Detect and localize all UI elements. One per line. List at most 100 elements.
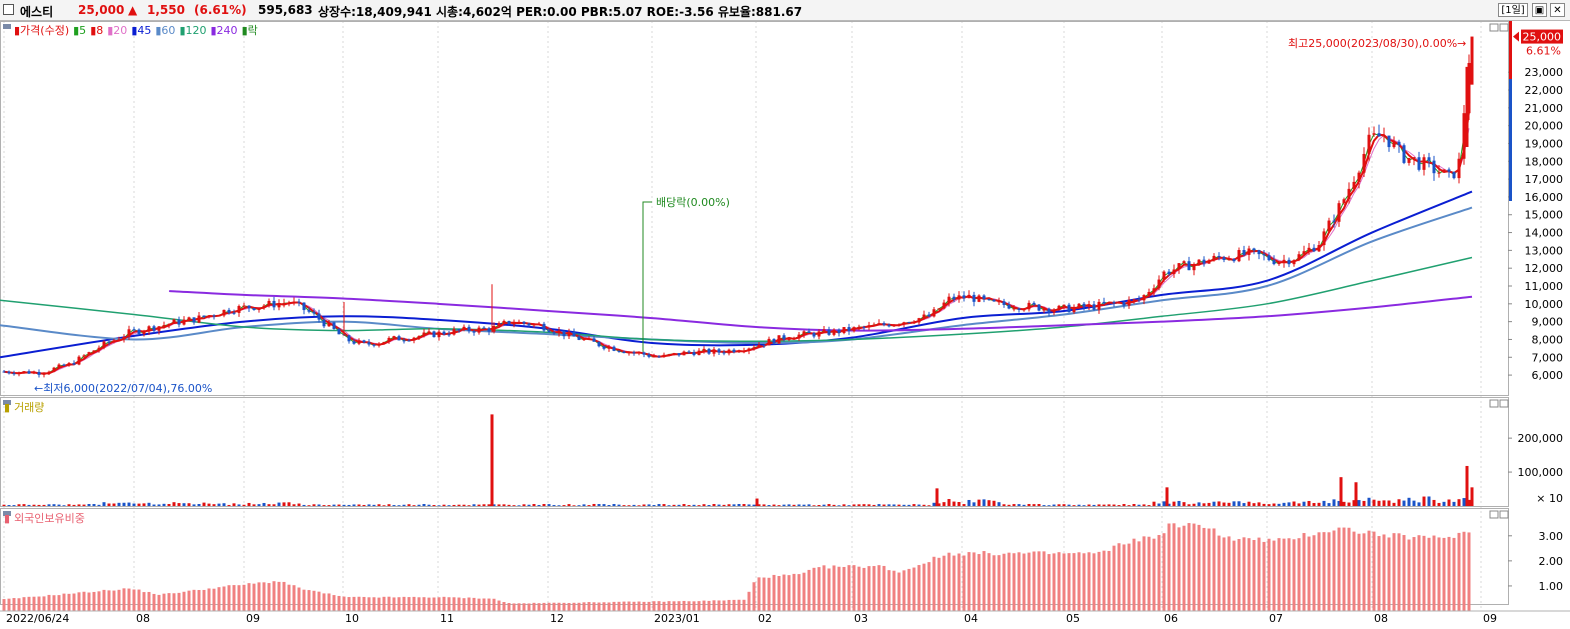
legend-item[interactable]: ▮240: [211, 24, 238, 37]
foreign-ratio-bar: [542, 602, 546, 611]
foreign-ratio-bar: [27, 596, 31, 611]
foreign-ratio-bar: [957, 553, 961, 611]
candle-body: [582, 339, 586, 341]
foreign-ratio-bar: [497, 600, 501, 611]
volume-bar: [1362, 500, 1366, 506]
volume-bar: [1202, 503, 1206, 506]
candle-body: [1222, 257, 1226, 261]
candle-body: [857, 326, 861, 328]
volume-bar: [1017, 504, 1021, 506]
volume-bar: [857, 504, 861, 506]
volume-bar: [1347, 502, 1351, 506]
restore-icon[interactable]: ▣: [1532, 3, 1547, 17]
foreign-ratio-bar: [1102, 550, 1106, 611]
stock-chart[interactable]: 6,000 7,000 8,000 9,000 10,000 11,000 12,000 13…: [0, 21, 1570, 629]
foreign-ratio-bar: [1287, 538, 1291, 611]
foreign-ratio-bar: [1052, 553, 1056, 611]
foreign-ratio-bar: [62, 593, 66, 611]
foreign-ratio-bar: [287, 584, 291, 611]
foreign-ratio-bar: [277, 581, 281, 611]
candle-body: [917, 318, 921, 323]
candle-body: [187, 317, 191, 320]
legend-item[interactable]: ▮가격(수정): [14, 24, 69, 37]
legend-item[interactable]: ▮120: [179, 24, 206, 37]
volume-bar: [197, 504, 201, 506]
volume-bar: [827, 504, 831, 506]
volume-bar: [462, 504, 466, 506]
candle-body: [262, 305, 266, 308]
select-checkbox[interactable]: [3, 4, 14, 15]
volume-bar: [1462, 498, 1466, 506]
candle-body: [732, 349, 736, 353]
candle-body: [607, 346, 611, 349]
foreign-ratio-bar: [282, 581, 286, 611]
candle-body: [352, 341, 356, 344]
foreign-ratio-bar: [1082, 553, 1086, 611]
volume-bar: [1022, 504, 1026, 506]
candle-body: [632, 352, 636, 354]
legend-item[interactable]: ▮20: [107, 24, 127, 37]
volume-bar: [167, 504, 171, 506]
foreign-ratio-bar: [562, 602, 566, 611]
candle-body: [1227, 259, 1231, 261]
foreign-ratio-bar: [187, 590, 191, 611]
volume-bar: [802, 504, 806, 506]
legend-item[interactable]: ▮45: [131, 24, 151, 37]
foreign-ratio-bar: [1072, 553, 1076, 611]
candle-body: [1182, 261, 1186, 264]
foreign-ratio-bar: [107, 590, 111, 611]
volume-bar: [652, 505, 656, 506]
foreign-ratio-bar: [72, 593, 76, 611]
volume-bar: [1342, 501, 1346, 506]
volume-bar: [67, 504, 71, 506]
foreign-ratio-bar: [67, 593, 71, 611]
foreign-ratio-bar: [337, 595, 341, 611]
foreign-ratio-bar: [1157, 535, 1161, 611]
foreign-ratio-bar: [467, 597, 471, 611]
volume-bar: [597, 504, 601, 506]
legend-item[interactable]: ▮락: [242, 24, 258, 37]
foreign-ratio-bar: [597, 602, 601, 611]
foreign-ratio-bar: [1342, 527, 1346, 611]
volume-bar: [1297, 503, 1301, 506]
foreign-ratio-bar: [887, 570, 891, 611]
candle-body: [1322, 231, 1326, 246]
legend-item[interactable]: ▮8: [90, 24, 103, 37]
candle-body: [1407, 158, 1411, 163]
candle-body: [717, 349, 721, 353]
volume-bar: [1117, 505, 1121, 506]
foreign-ratio-bar: [977, 554, 981, 611]
foreign-ratio-bar: [1352, 531, 1356, 611]
foreign-ratio-bar: [1457, 532, 1461, 611]
foreign-ratio-bar: [327, 593, 331, 611]
candle-body: [1247, 248, 1251, 255]
candle-body: [77, 356, 81, 365]
period-button[interactable]: [1일]: [1498, 3, 1528, 17]
volume-bar: [1302, 501, 1306, 506]
volume-bar: [1465, 465, 1469, 506]
volume-bar: [617, 504, 621, 506]
volume-bar: [1422, 496, 1426, 506]
volume-bar: [912, 504, 916, 506]
candle-body: [1142, 295, 1146, 301]
candle-body: [1257, 250, 1261, 255]
foreign-ratio-bar: [852, 565, 856, 611]
candle-body: [1192, 263, 1196, 271]
volume-bar: [347, 504, 351, 506]
foreign-ratio-bar: [52, 595, 56, 611]
candle-body: [432, 331, 436, 338]
foreign-ratio-bar: [377, 597, 381, 611]
candle-body: [1297, 254, 1301, 261]
legend-item[interactable]: ▮5: [73, 24, 86, 37]
x-tick-label: 03: [854, 612, 868, 625]
legend-item[interactable]: ▮60: [155, 24, 175, 37]
close-icon[interactable]: ✕: [1550, 3, 1565, 17]
volume-bar: [437, 505, 441, 506]
volume-bar: [1007, 504, 1011, 506]
candle-body: [1232, 259, 1236, 262]
candle-body: [1177, 263, 1181, 270]
candle-body: [947, 296, 951, 303]
y-tick-label: 6,000: [1532, 369, 1564, 382]
volume-bar: [317, 504, 321, 506]
foreign-ratio-bar: [367, 597, 371, 611]
